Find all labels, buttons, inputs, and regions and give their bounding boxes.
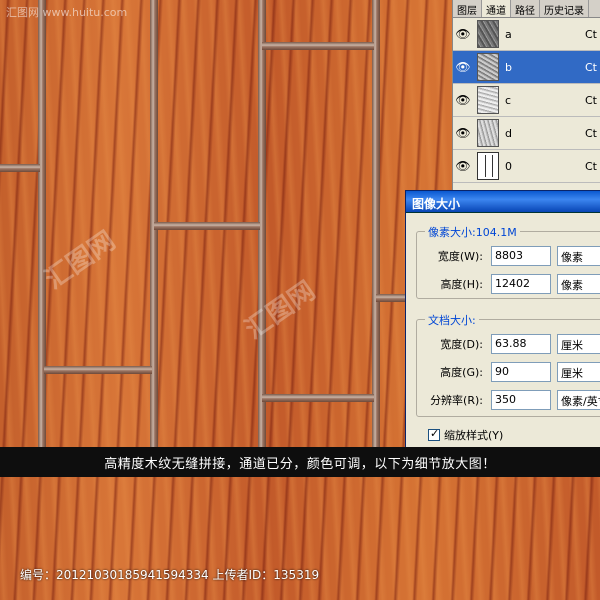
- image-size-dialog: 图像大小 像素大小:104.1M 宽度(W): 8803 像素 高度(H): 1…: [405, 190, 600, 455]
- channels-panel: 图层 通道 路径 历史记录 👁 a Ct 👁 b Ct 👁 c Ct 👁 d C…: [452, 0, 600, 192]
- pixel-dimensions-legend: 像素大小:104.1M: [425, 224, 520, 240]
- tab-channels[interactable]: 通道: [482, 0, 511, 17]
- scale-styles-checkbox[interactable]: [428, 427, 440, 441]
- pixel-width-row: 宽度(W): 8803 像素: [417, 246, 600, 266]
- channel-name: a: [505, 27, 512, 41]
- doc-height-label: 高度(G):: [440, 366, 483, 379]
- eye-icon[interactable]: 👁: [453, 27, 473, 41]
- doc-width-label: 宽度(D):: [440, 338, 483, 351]
- eye-icon[interactable]: 👁: [453, 159, 473, 173]
- footer-id-text: 编号：20121030185941594334 上传者ID：135319: [20, 568, 320, 582]
- resolution-label: 分辨率(R):: [430, 394, 483, 407]
- channel-shortcut: Ct: [585, 27, 597, 41]
- doc-width-row: 宽度(D): 63.88 厘米: [417, 334, 600, 354]
- pixel-height-unit-select[interactable]: 像素: [557, 274, 600, 294]
- resolution-unit-select[interactable]: 像素/英寸: [557, 390, 600, 410]
- doc-width-input[interactable]: 63.88: [491, 334, 551, 354]
- pixel-height-input[interactable]: 12402: [491, 274, 551, 294]
- eye-icon[interactable]: 👁: [453, 126, 473, 140]
- caption-text: 高精度木纹无缝拼接，通道已分，颜色可调，以下为细节放大图！: [104, 456, 496, 472]
- plank-seam: [0, 164, 40, 172]
- channel-thumbnail: [477, 152, 499, 180]
- doc-height-row: 高度(G): 90 厘米: [417, 362, 600, 382]
- plank-seam: [376, 294, 406, 302]
- channel-name: 0: [505, 159, 512, 173]
- channel-row[interactable]: 👁 b Ct: [453, 51, 600, 84]
- doc-height-input[interactable]: 90: [491, 362, 551, 382]
- resolution-input[interactable]: 350: [491, 390, 551, 410]
- caption-bar: 高精度木纹无缝拼接，通道已分，颜色可调，以下为细节放大图！: [0, 447, 600, 477]
- plank-seam: [262, 394, 374, 402]
- tab-history[interactable]: 历史记录: [540, 0, 589, 17]
- channel-shortcut: Ct: [585, 93, 597, 107]
- scale-styles-label: 缩放样式(Y): [444, 429, 504, 442]
- plank-seam: [154, 222, 260, 230]
- channel-thumbnail: [477, 20, 499, 48]
- doc-width-unit-select[interactable]: 厘米: [557, 334, 600, 354]
- channel-name: b: [505, 60, 512, 74]
- pixel-width-input[interactable]: 8803: [491, 246, 551, 266]
- plank-seam: [372, 0, 380, 447]
- channel-thumbnail: [477, 119, 499, 147]
- document-size-legend: 文档大小:: [425, 312, 479, 328]
- channel-name: c: [505, 93, 512, 107]
- resolution-row: 分辨率(R): 350 像素/英寸: [417, 390, 600, 410]
- channel-thumbnail: [477, 86, 499, 114]
- plank-seam: [44, 366, 152, 374]
- document-size-group: 文档大小: 宽度(D): 63.88 厘米 高度(G): 90 厘米 分辨率(R…: [416, 312, 600, 417]
- tab-layers[interactable]: 图层: [453, 0, 482, 17]
- channel-shortcut: Ct: [585, 159, 597, 173]
- channel-row[interactable]: 👁 d Ct: [453, 117, 600, 150]
- pixel-width-unit-select[interactable]: 像素: [557, 246, 600, 266]
- pixel-width-label: 宽度(W):: [437, 250, 483, 263]
- plank-seam: [262, 42, 374, 50]
- eye-icon[interactable]: 👁: [453, 93, 473, 107]
- panel-tabs: 图层 通道 路径 历史记录: [453, 0, 600, 18]
- pixel-height-label: 高度(H):: [440, 278, 483, 291]
- scale-styles-row[interactable]: 缩放样式(Y): [428, 427, 503, 443]
- dialog-title[interactable]: 图像大小: [406, 191, 600, 213]
- channel-row[interactable]: 👁 c Ct: [453, 84, 600, 117]
- pixel-height-row: 高度(H): 12402 像素: [417, 274, 600, 294]
- watermark-top: 汇图网 www.huitu.com: [6, 6, 128, 19]
- channel-thumbnail: [477, 53, 499, 81]
- channel-row[interactable]: 👁 0 Ct: [453, 150, 600, 183]
- eye-icon[interactable]: 👁: [453, 60, 473, 74]
- channel-name: d: [505, 126, 512, 140]
- doc-height-unit-select[interactable]: 厘米: [557, 362, 600, 382]
- pixel-dimensions-group: 像素大小:104.1M 宽度(W): 8803 像素 高度(H): 12402 …: [416, 224, 600, 299]
- channel-shortcut: Ct: [585, 126, 597, 140]
- plank-seam: [38, 0, 46, 447]
- tab-paths[interactable]: 路径: [511, 0, 540, 17]
- channel-shortcut: Ct: [585, 60, 597, 74]
- channel-row[interactable]: 👁 a Ct: [453, 18, 600, 51]
